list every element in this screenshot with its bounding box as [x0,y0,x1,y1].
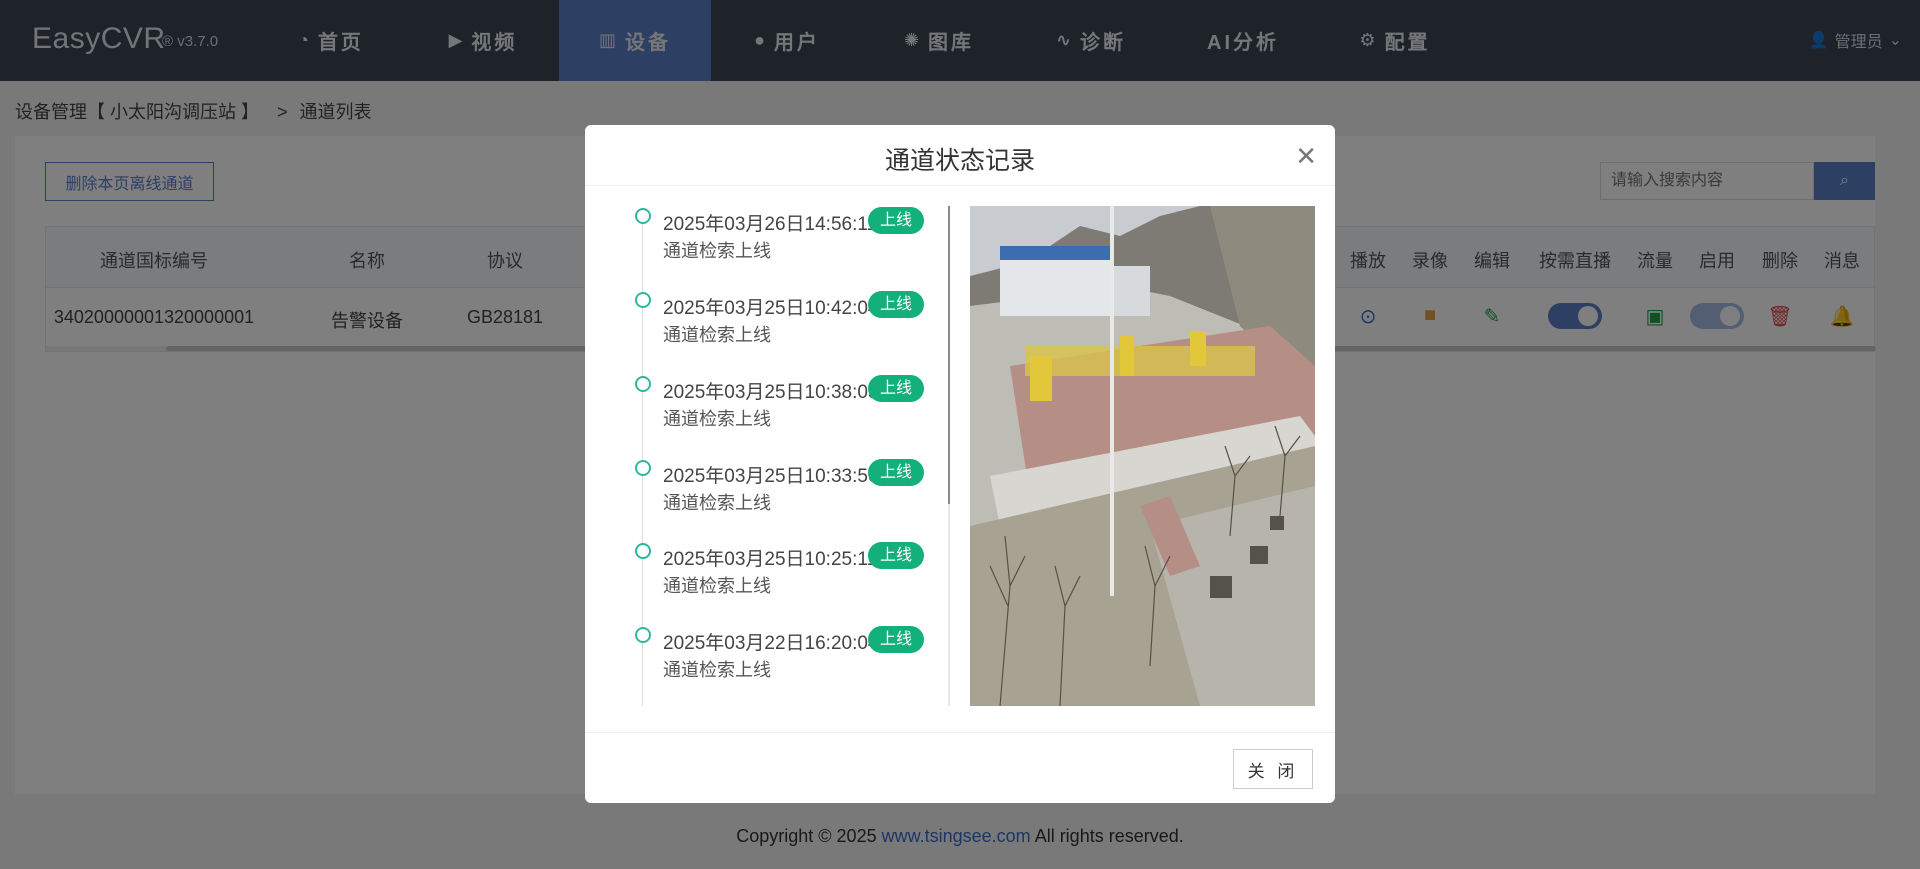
record-time: 2025年03月26日14:56:11 [663,214,878,235]
status-timeline[interactable]: 2025年03月26日14:56:11 通道检索上线 上线 2025年03月25… [613,206,938,706]
timeline-item: 2025年03月25日10:25:11 通道检索上线 上线 [613,541,938,625]
timeline-dot-icon [635,208,651,224]
record-time: 2025年03月25日10:25:11 [663,549,878,570]
timeline-dot-icon [635,376,651,392]
timeline-item: 2025年03月25日10:33:56 通道检索上线 上线 [613,458,938,542]
record-text: 通道检索上线 [663,493,771,513]
status-badge: 上线 [868,207,924,234]
record-time: 2025年03月22日16:20:04 [663,633,879,654]
record-text: 通道检索上线 [663,409,771,429]
timeline-item: 2025年03月22日16:20:04 通道检索上线 上线 [613,625,938,706]
close-icon[interactable]: ✕ [1295,141,1317,172]
record-text: 通道检索上线 [663,576,771,596]
dialog-title: 通道状态记录 [585,125,1335,186]
record-text: 通道检索上线 [663,241,771,261]
status-badge: 上线 [868,459,924,486]
timeline-item: 2025年03月26日14:56:11 通道检索上线 上线 [613,206,938,290]
timeline-scroll-thumb[interactable] [948,206,950,504]
status-badge: 上线 [868,375,924,402]
timeline-dot-icon [635,292,651,308]
dialog-footer: 关 闭 [585,732,1335,803]
record-time: 2025年03月25日10:33:56 [663,466,879,487]
status-badge: 上线 [868,626,924,653]
timeline-dot-icon [635,627,651,643]
status-badge: 上线 [868,291,924,318]
timeline-item: 2025年03月25日10:42:04 通道检索上线 上线 [613,290,938,374]
snapshot-image [970,206,1315,706]
record-text: 通道检索上线 [663,325,771,345]
close-button[interactable]: 关 闭 [1233,749,1313,789]
camera-snapshot [970,206,1315,706]
timeline-dot-icon [635,543,651,559]
status-badge: 上线 [868,542,924,569]
timeline-item: 2025年03月25日10:38:05 通道检索上线 上线 [613,374,938,458]
record-time: 2025年03月25日10:42:04 [663,298,879,319]
channel-status-dialog: 通道状态记录 ✕ 2025年03月26日14:56:11 通道检索上线 上线 2… [585,125,1335,803]
record-text: 通道检索上线 [663,660,771,680]
record-time: 2025年03月25日10:38:05 [663,382,879,403]
timeline-dot-icon [635,460,651,476]
